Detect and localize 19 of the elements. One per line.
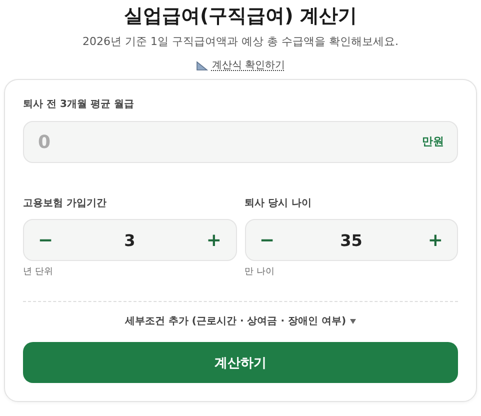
page-title: 실업급여(구직급여) 계산기	[124, 4, 357, 29]
decrement-button[interactable]: −	[256, 230, 279, 250]
field-label: 고용보험 가입기간	[23, 197, 108, 211]
stepper-value: 35	[340, 230, 362, 250]
stepper-value: 3	[124, 230, 136, 250]
calculate-button[interactable]: 계산하기	[23, 342, 458, 383]
subtitle: 2026년 기준 1일 구직급여액과 예상 총 수급액을 확인해보세요.	[82, 34, 398, 50]
caret-icon	[350, 318, 356, 324]
ruler-triangle-icon	[196, 61, 208, 71]
field-label: 퇴사 전 3개월 평균 월급	[23, 98, 135, 112]
increment-button[interactable]: +	[202, 230, 226, 250]
formula-link[interactable]: 계산식 확인하기	[212, 59, 286, 73]
details-toggle[interactable]: 세부조건 추가 (근로시간 · 상여금 · 장애인 여부)	[118, 313, 362, 329]
field-hint: 만 나이	[244, 266, 276, 278]
field-label: 퇴사 당시 나이	[244, 197, 312, 211]
field-hint: 년 단위	[23, 266, 54, 278]
unit-label: 만원	[422, 134, 444, 150]
decrement-button[interactable]: −	[34, 230, 58, 250]
increment-button[interactable]: +	[424, 230, 447, 250]
